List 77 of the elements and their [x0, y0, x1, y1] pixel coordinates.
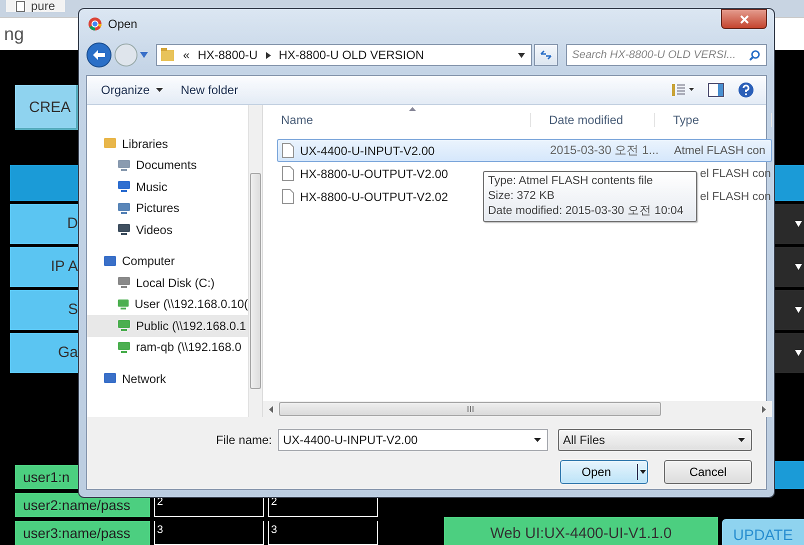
column-header[interactable]: Name: [263, 113, 531, 127]
nav-item[interactable]: Computer: [87, 250, 248, 272]
setting-label: S: [10, 290, 78, 330]
table-cell: 3: [154, 521, 264, 545]
back-icon[interactable]: [86, 42, 112, 68]
caret-icon: [534, 438, 541, 442]
grip-icon: [466, 406, 474, 412]
file-name-label: File name:: [216, 433, 272, 447]
create-button[interactable]: CREA: [15, 85, 78, 130]
caret-icon: [795, 264, 802, 270]
file-name[interactable]: HX-8800-U-OUTPUT-V2.02: [300, 190, 448, 204]
sort-arrow-icon: [409, 107, 416, 111]
setting-label: Ga: [10, 333, 78, 373]
nav-item[interactable]: Network: [87, 368, 248, 390]
scrollbar[interactable]: [263, 401, 772, 417]
caret-icon: [738, 438, 745, 442]
setting-label: D: [10, 204, 78, 244]
nav-item[interactable]: ram-qb (\\192.168.0: [87, 336, 248, 358]
scrollbar[interactable]: [248, 105, 262, 417]
breadcrumb-item[interactable]: HX-8800-U: [198, 48, 258, 62]
file-name[interactable]: UX-4400-U-INPUT-V2.00: [300, 144, 435, 158]
window-title: Open: [108, 17, 138, 31]
nav-item[interactable]: Local Disk (C:): [87, 272, 248, 294]
left-arrow-icon: [269, 406, 273, 412]
address-field[interactable]: « HX-8800-U HX-8800-U OLD VERSION: [156, 44, 532, 66]
nav-item[interactable]: Pictures: [87, 198, 248, 219]
app-icon: [88, 17, 102, 31]
view-options-icon[interactable]: [672, 84, 694, 96]
search-icon: [749, 50, 760, 61]
history-caret-icon[interactable]: [140, 52, 148, 58]
dialog-button[interactable]: Cancel: [664, 460, 752, 484]
toolbar-button[interactable]: New folder: [178, 83, 240, 97]
table-cell: 3: [268, 521, 378, 545]
tooltip-line: Type: Atmel FLASH contents file: [488, 174, 654, 189]
nav-item[interactable]: Music: [87, 176, 248, 198]
column-header[interactable]: Date modified: [531, 113, 655, 127]
caret-icon: [795, 221, 802, 227]
dropdown-caret-icon[interactable]: [518, 52, 525, 58]
right-arrow-icon: [762, 406, 766, 412]
user-label: user3:name/pass: [15, 521, 150, 545]
file-type: Atmel FLASH con: [673, 144, 766, 156]
nav-item[interactable]: Documents: [87, 154, 248, 176]
close-icon: [740, 14, 748, 24]
tooltip-line: Size: 372 KB: [488, 189, 556, 204]
help-icon[interactable]: [738, 82, 754, 98]
nav-item[interactable]: Videos: [87, 219, 248, 240]
file-type-dropdown[interactable]: All Files: [558, 429, 752, 451]
nav-item[interactable]: Public (\\192.168.0.1: [87, 315, 248, 336]
tooltip-line: Date modified: 2015-03-30 오전 10:04: [488, 204, 684, 219]
search-field[interactable]: Search HX-8800-U OLD VERSI...: [566, 44, 767, 66]
page-icon: [16, 0, 25, 12]
file-name-field[interactable]: UX-4400-U-INPUT-V2.00: [278, 429, 548, 451]
column-header[interactable]: Type: [655, 113, 772, 127]
nav-item[interactable]: User (\\192.168.0.10(: [87, 294, 248, 315]
caret-icon: [795, 307, 802, 313]
setting-label: IP A: [10, 247, 78, 287]
toolbar-button[interactable]: Organize: [99, 83, 165, 97]
file-name[interactable]: HX-8800-U-OUTPUT-V2.00: [300, 166, 448, 180]
refresh-button[interactable]: [534, 44, 558, 66]
close-button[interactable]: [721, 9, 767, 29]
caret-icon: [156, 88, 163, 92]
file-row[interactable]: UX-4400-U-INPUT-V2.00 2015-03-30 오전 1... Atmel FLASH con: [277, 139, 772, 162]
breadcrumb-overflow[interactable]: «: [183, 48, 190, 62]
file-icon: [282, 166, 294, 181]
nav-item[interactable]: Libraries: [87, 133, 248, 154]
version-label: Web UI:UX-4400-UI-V1.1.0: [444, 517, 718, 545]
caret-icon: [795, 350, 802, 356]
breadcrumb-item[interactable]: HX-8800-U OLD VERSION: [278, 48, 424, 62]
file-icon: [282, 143, 294, 158]
file-date: 2015-03-30 오전 1...: [549, 142, 660, 159]
preview-pane-icon[interactable]: [708, 83, 724, 97]
file-icon: [282, 189, 294, 204]
dialog-button[interactable]: Open: [560, 460, 648, 484]
split-caret-icon: [637, 464, 647, 480]
folder-icon: [161, 48, 175, 62]
refresh-icon: [540, 50, 552, 60]
separator-arrow-icon: [266, 52, 271, 58]
